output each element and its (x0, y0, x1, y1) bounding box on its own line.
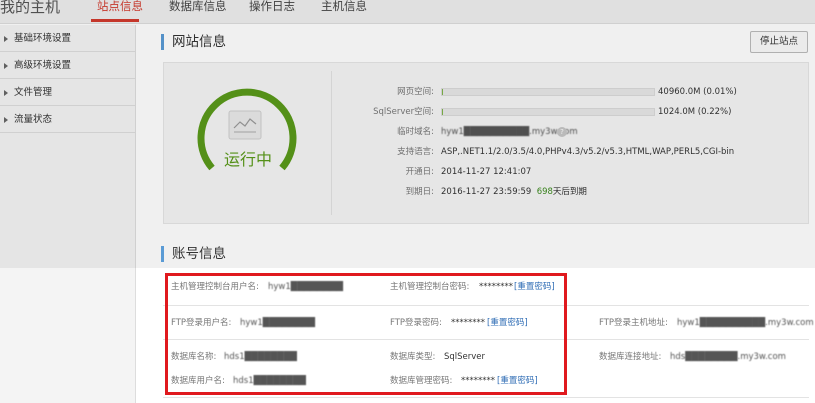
tab-operation-log[interactable]: 操作日志 (249, 0, 295, 13)
help-icon[interactable]: ? (557, 127, 567, 137)
caret-right-icon (4, 36, 8, 42)
sidebar-item-label: 高级环境设置 (14, 60, 72, 71)
sidebar: 基础环境设置 高级环境设置 文件管理 流量状态 (0, 25, 136, 403)
support-language-label: 支持语言: (397, 147, 434, 157)
ftp-host-value: hyw1██████████.my3w.com (677, 317, 814, 329)
expire-date-row: 2016-11-27 23:59:59 698天后到期 (441, 186, 587, 198)
web-space-value: 40960.0M (0.01%) (658, 87, 737, 97)
open-date-value: 2014-11-27 12:41:07 (441, 167, 532, 177)
expire-date-value: 2016-11-27 23:59:59 (441, 187, 532, 197)
panel-divider (331, 71, 332, 215)
sidebar-item-traffic[interactable]: 流量状态 (0, 106, 136, 133)
tab-host-info[interactable]: 主机信息 (321, 0, 367, 13)
top-nav: 我的主机 站点信息 数据库信息 操作日志 主机信息 (0, 0, 815, 24)
support-language-value: ASP,.NET1.1/2.0/3.5/4.0,PHPv4.3/v5.2/v5.… (441, 147, 735, 157)
site-status-text: 运行中 (223, 150, 272, 169)
sidebar-item-file-manager[interactable]: 文件管理 (0, 79, 136, 106)
sqlserver-space-value: 1024.0M (0.22%) (658, 107, 732, 117)
brand-title[interactable]: 我的主机 (0, 0, 60, 16)
web-space-bar-fill (442, 89, 444, 95)
caret-right-icon (4, 90, 8, 96)
sidebar-item-label: 文件管理 (14, 87, 53, 98)
sqlserver-space-bar (441, 108, 655, 116)
active-tab-indicator (91, 19, 139, 22)
caret-right-icon (4, 63, 8, 69)
expire-date-label: 到期日: (405, 187, 434, 197)
web-space-label: 网页空间: (397, 87, 434, 97)
expire-days-count: 698 (536, 187, 553, 197)
page-root: 我的主机 站点信息 数据库信息 操作日志 主机信息 基础环境设置 高级环境设置 … (0, 0, 815, 403)
highlight-box (165, 273, 567, 395)
expire-days-suffix: 天后到期 (552, 187, 587, 197)
sidebar-item-advanced-env[interactable]: 高级环境设置 (0, 52, 136, 79)
site-info-title: 网站信息 (161, 34, 226, 50)
ftp-host-text: hyw1██████████.my3w.com (677, 318, 814, 328)
db-address-label: 数据库连接地址: (599, 352, 662, 362)
open-date-label: 开通日: (405, 167, 434, 177)
sidebar-item-basic-env[interactable]: 基础环境设置 (0, 25, 136, 52)
sidebar-item-label: 基础环境设置 (14, 33, 72, 44)
tab-site-info[interactable]: 站点信息 (97, 0, 143, 13)
sqlserver-space-label: SqlServer空间: (373, 107, 434, 117)
stop-site-button[interactable]: 停止站点 (750, 31, 808, 53)
db-address-text: hds████████.my3w.com (670, 352, 786, 362)
caret-right-icon (4, 117, 8, 123)
temp-domain-label: 临时域名: (397, 127, 434, 137)
sqlserver-space-bar-fill (442, 109, 444, 115)
db-address-value: hds████████.my3w.com (670, 351, 786, 363)
ftp-host-label: FTP登录主机地址: (599, 318, 668, 328)
web-space-bar (441, 88, 655, 96)
tab-database-info[interactable]: 数据库信息 (169, 0, 227, 13)
site-thumbnail-icon (228, 110, 262, 140)
row-divider (163, 397, 809, 398)
sidebar-item-label: 流量状态 (14, 114, 53, 125)
account-info-title: 账号信息 (161, 246, 226, 262)
